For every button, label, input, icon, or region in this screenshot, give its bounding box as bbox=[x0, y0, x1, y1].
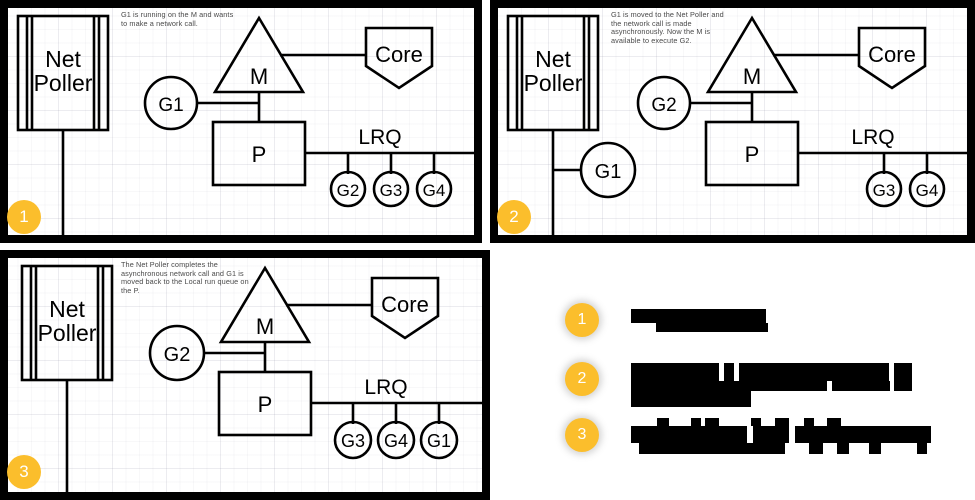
panel-1-note: G1 is running on the M and wants to make… bbox=[121, 10, 234, 28]
p-label: P bbox=[252, 142, 267, 167]
panel-2-note: G1 is moved to the Net Poller and the ne… bbox=[611, 10, 724, 45]
legend-badge-1: 1 bbox=[565, 303, 599, 337]
m-label: M bbox=[250, 64, 268, 89]
core-label: Core bbox=[868, 42, 916, 67]
lrq-label: LRQ bbox=[851, 126, 894, 149]
net-poller-label-line1: Net bbox=[45, 46, 81, 72]
core-label: Core bbox=[381, 292, 429, 317]
lrq-label: LRQ bbox=[358, 126, 401, 149]
p-label: P bbox=[745, 142, 760, 167]
legend-panel: 1 2 3 bbox=[490, 250, 975, 500]
goroutine-on-m-label: G2 bbox=[164, 344, 191, 366]
legend-item-1: 1 bbox=[565, 303, 771, 339]
net-poller-label-line2: Poller bbox=[34, 70, 93, 96]
lrq-goroutine-label: G4 bbox=[423, 181, 446, 200]
panel-1-drawing: Net Poller M Core P LRQ G1 G2 G3 G4 bbox=[16, 14, 474, 235]
panel-2-step-badge: 2 bbox=[497, 200, 531, 234]
panel-3-note: The Net Poller completes the asynchronou… bbox=[121, 260, 249, 295]
lrq-goroutine-label: G4 bbox=[384, 431, 408, 451]
panel-2-drawing: Net Poller M Core P LRQ G2 G1 G3 G4 bbox=[506, 14, 967, 235]
net-poller-label-line1: Net bbox=[535, 46, 571, 72]
lrq-goroutine-label: G3 bbox=[873, 181, 896, 200]
legend-item-3: 3 bbox=[565, 418, 931, 458]
lrq-goroutine-label: G3 bbox=[341, 431, 365, 451]
lrq-label: LRQ bbox=[364, 376, 407, 399]
netpoller-goroutine-label: G1 bbox=[595, 161, 622, 183]
m-label: M bbox=[743, 64, 761, 89]
legend-badge-2: 2 bbox=[565, 362, 599, 396]
net-poller-label-line2: Poller bbox=[38, 320, 97, 346]
p-label: P bbox=[258, 392, 273, 417]
panel-2-content: Net Poller M Core P LRQ G2 G1 G3 G4 G1 i… bbox=[498, 8, 967, 235]
goroutine-on-m-label: G1 bbox=[158, 95, 183, 116]
diagram-panel-step-1: Net Poller M Core P LRQ G1 G2 G3 G4 G1 i… bbox=[0, 0, 482, 243]
panel-1-step-badge: 1 bbox=[7, 200, 41, 234]
goroutine-on-m-label: G2 bbox=[651, 95, 676, 116]
diagram-panel-step-3: Net Poller M Core P LRQ G2 G3 G4 G1 The … bbox=[0, 250, 490, 500]
legend-redacted-text-1 bbox=[631, 303, 771, 339]
screenshot-canvas: Net Poller M Core P LRQ G1 G2 G3 G4 G1 i… bbox=[0, 0, 975, 500]
lrq-goroutine-label: G3 bbox=[380, 181, 403, 200]
m-label: M bbox=[256, 314, 274, 339]
core-label: Core bbox=[375, 42, 423, 67]
legend-redacted-text-2 bbox=[631, 362, 912, 414]
lrq-goroutine-label: G1 bbox=[427, 431, 451, 451]
diagram-panel-step-2: Net Poller M Core P LRQ G2 G1 G3 G4 G1 i… bbox=[490, 0, 975, 243]
net-poller-label-line2: Poller bbox=[524, 70, 583, 96]
net-poller-label-line1: Net bbox=[49, 296, 85, 322]
panel-1-content: Net Poller M Core P LRQ G1 G2 G3 G4 G1 i… bbox=[8, 8, 474, 235]
panel-3-step-badge: 3 bbox=[7, 455, 41, 489]
legend-badge-3: 3 bbox=[565, 418, 599, 452]
lrq-goroutine-label: G4 bbox=[916, 181, 939, 200]
legend-item-2: 2 bbox=[565, 362, 912, 414]
legend-redacted-text-3 bbox=[631, 418, 931, 458]
lrq-goroutine-label: G2 bbox=[337, 181, 360, 200]
panel-3-content: Net Poller M Core P LRQ G2 G3 G4 G1 The … bbox=[8, 258, 482, 492]
